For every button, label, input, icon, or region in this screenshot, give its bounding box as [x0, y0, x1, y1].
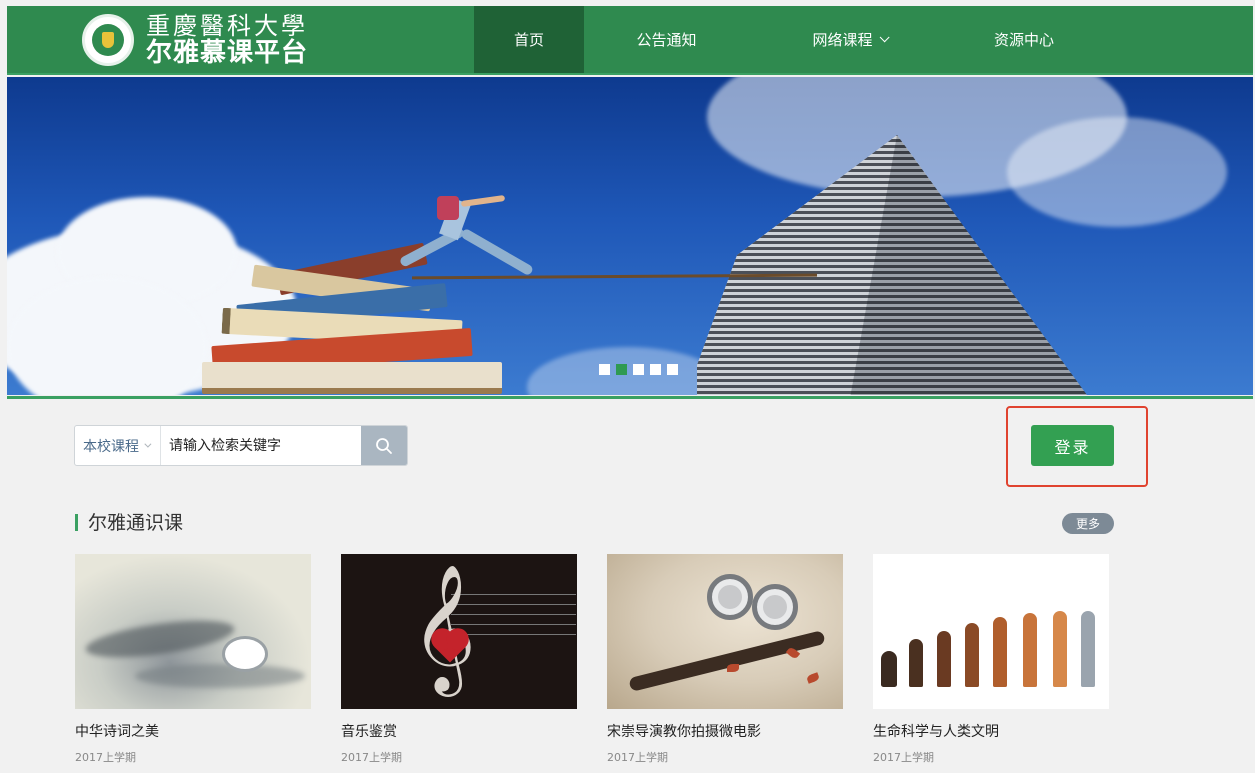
course-title[interactable]: 音乐鉴赏 [341, 721, 577, 741]
search-bar: 本校课程 [74, 425, 408, 466]
carousel-dot[interactable] [599, 364, 610, 375]
chevron-down-icon [144, 440, 152, 448]
carousel-dot-active[interactable] [616, 364, 627, 375]
banner-divider [7, 396, 1253, 399]
course-thumbnail[interactable] [607, 554, 843, 709]
nav-item-online-courses[interactable]: 网络课程 [749, 6, 949, 73]
nav-item-notices[interactable]: 公告通知 [584, 6, 749, 73]
site-logo[interactable]: 重慶醫科大學 尔雅慕课平台 [82, 12, 308, 68]
logo-text: 重慶醫科大學 尔雅慕课平台 [146, 14, 308, 66]
site-header: 重慶醫科大學 尔雅慕课平台 首页 公告通知 网络课程 资源中心 [7, 6, 1253, 75]
section-title-accent [75, 514, 78, 531]
nav-item-label: 网络课程 [812, 31, 873, 49]
course-card[interactable]: 宋崇导演教你拍摄微电影 2017上学期 [607, 554, 843, 765]
university-emblem-icon [82, 14, 134, 66]
nav-item-label: 首页 [513, 31, 544, 49]
tightrope-walker-illustration [387, 192, 547, 282]
carousel-dot[interactable] [650, 364, 661, 375]
chevron-down-icon [879, 32, 890, 43]
login-button[interactable]: 登录 [1031, 425, 1114, 466]
carousel-dot[interactable] [633, 364, 644, 375]
platform-name: 尔雅慕课平台 [146, 38, 309, 68]
carousel-dots [599, 364, 678, 375]
course-term: 2017上学期 [607, 751, 668, 764]
course-card[interactable]: 中华诗词之美 2017上学期 [75, 554, 311, 765]
nav-item-label: 资源中心 [993, 31, 1054, 49]
hero-banner[interactable] [7, 77, 1253, 395]
course-card[interactable]: 𝄞 音乐鉴赏 2017上学期 [341, 554, 577, 765]
course-title[interactable]: 宋崇导演教你拍摄微电影 [607, 721, 843, 741]
nav-item-home[interactable]: 首页 [474, 6, 584, 73]
course-thumbnail[interactable] [873, 554, 1109, 709]
course-card[interactable]: 生命科学与人类文明 2017上学期 [873, 554, 1109, 765]
course-term: 2017上学期 [341, 751, 402, 764]
search-icon [376, 437, 392, 454]
section-title: 尔雅通识课 [88, 512, 184, 534]
course-thumbnail[interactable]: 𝄞 [341, 554, 577, 709]
course-thumbnail[interactable] [75, 554, 311, 709]
search-scope-label: 本校课程 [83, 438, 139, 455]
page: 重慶醫科大學 尔雅慕课平台 首页 公告通知 网络课程 资源中心 本校课程 请输入… [0, 0, 1255, 773]
course-title[interactable]: 生命科学与人类文明 [873, 721, 1109, 741]
book-stack-illustration [182, 242, 512, 395]
cloud-shape [1007, 117, 1227, 227]
film-reel-icon [707, 574, 753, 620]
more-button[interactable]: 更多 [1062, 513, 1114, 534]
search-input[interactable] [161, 426, 361, 465]
course-term: 2017上学期 [75, 751, 136, 764]
course-term: 2017上学期 [873, 751, 934, 764]
search-scope-select[interactable]: 本校课程 [75, 426, 161, 465]
school-name: 重慶醫科大學 [146, 12, 308, 40]
nav-item-label: 公告通知 [636, 31, 697, 49]
film-reel-icon [752, 584, 798, 630]
carousel-dot[interactable] [667, 364, 678, 375]
nav-item-resources[interactable]: 资源中心 [949, 6, 1099, 73]
main-nav: 首页 公告通知 网络课程 资源中心 [474, 6, 1099, 73]
search-button[interactable] [361, 426, 407, 465]
course-title[interactable]: 中华诗词之美 [75, 721, 311, 741]
